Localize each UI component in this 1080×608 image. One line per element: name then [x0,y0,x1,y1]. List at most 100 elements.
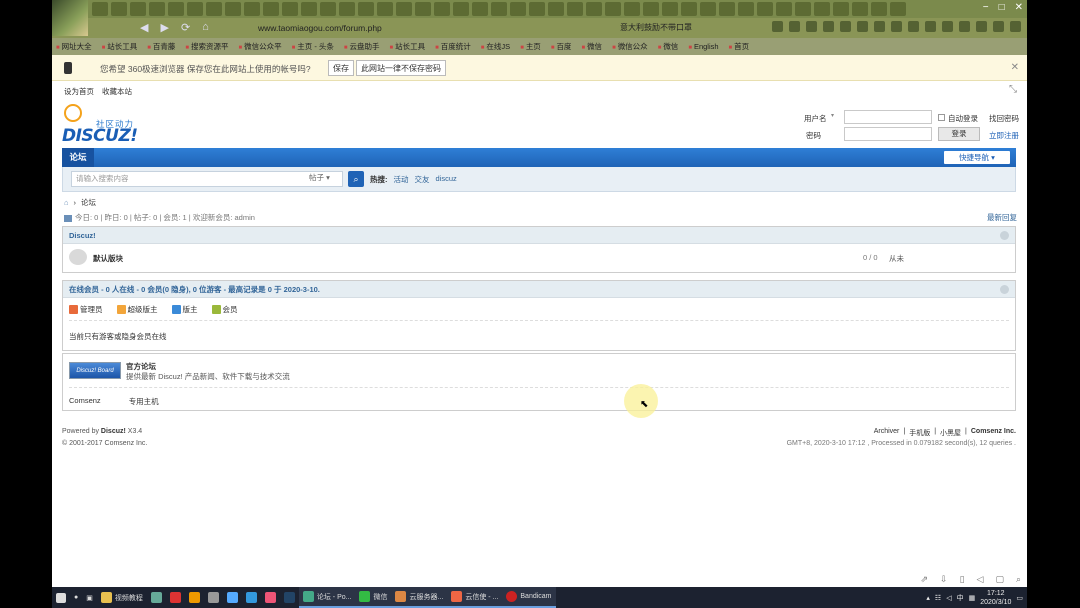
taskbar-pinned[interactable] [261,587,280,608]
tab[interactable] [548,2,564,16]
url-field[interactable]: www.taomiaogou.com/forum.php [242,21,572,35]
download-icon[interactable]: ⇩ [940,574,948,585]
forum-name[interactable]: 默认版块 [93,253,123,264]
minimize-icon[interactable]: − [983,2,989,13]
tab[interactable] [282,2,298,16]
network-icon[interactable]: ☷ [935,594,941,602]
bookmark[interactable]: 搜索资源平 [185,41,229,52]
tab[interactable] [605,2,621,16]
tab[interactable] [643,2,659,16]
volume-icon[interactable]: ◁ [946,594,951,602]
tab[interactable] [833,2,849,16]
back-icon[interactable]: ◀ [140,21,148,34]
bookmark[interactable]: 微信公众 [612,41,648,52]
mobile-link[interactable]: 手机版 [909,428,930,438]
bookmark[interactable]: 微信 [658,41,678,52]
bookmark[interactable]: 百度统计 [435,41,471,52]
extension-icon[interactable] [908,21,919,32]
window-icon[interactable]: ▢ [995,574,1004,585]
tab[interactable] [586,2,602,16]
taskbar-app[interactable]: 微信 [355,587,392,608]
bookmark[interactable]: 站长工具 [102,41,137,52]
auto-login-checkbox[interactable] [938,114,945,121]
bookmark[interactable]: 在线JS [481,41,510,52]
register-link[interactable]: 立即注册 [989,130,1019,141]
tab[interactable] [225,2,241,16]
extension-icon[interactable] [823,21,834,32]
tab[interactable] [206,2,222,16]
taskbar-pinned[interactable] [280,587,299,608]
rocket-icon[interactable]: ⇗ [920,574,928,585]
extension-icon[interactable] [976,21,987,32]
taskbar-pinned[interactable] [166,587,185,608]
tab[interactable] [871,2,887,16]
extension-icon[interactable] [1010,21,1021,32]
search-type-select[interactable]: 帖子 ▾ [309,172,330,183]
chevron-down-icon[interactable]: ▾ [831,112,834,119]
set-homepage-link[interactable]: 设为首页 [64,86,94,97]
tab[interactable] [358,2,374,16]
tab[interactable] [434,2,450,16]
tab[interactable] [244,2,260,16]
refresh-icon[interactable]: ⟳ [181,21,190,34]
extension-icon[interactable] [857,21,868,32]
tab[interactable] [567,2,583,16]
cortana-icon[interactable]: ● [70,587,82,608]
tab[interactable] [814,2,830,16]
find-password-link[interactable]: 找回密码 [989,113,1019,124]
password-input[interactable] [844,127,932,141]
maximize-icon[interactable]: □ [999,2,1005,13]
powered-link[interactable]: Discuz! [101,428,126,435]
taskbar-pinned[interactable] [185,587,204,608]
tab[interactable] [510,2,526,16]
extension-icon[interactable] [874,21,885,32]
tab[interactable] [776,2,792,16]
tab[interactable] [719,2,735,16]
extension-icon[interactable] [789,21,800,32]
bookmark[interactable]: 主页 - 头条 [292,41,334,52]
bookmark-site-link[interactable]: 收藏本站 [102,86,132,97]
keyboard-icon[interactable]: ▦ [969,594,976,602]
home-icon[interactable]: ⌂ [64,198,69,207]
tab[interactable] [757,2,773,16]
bookmark[interactable]: 微信 [581,41,602,52]
quick-nav-button[interactable]: 快捷导航 ▾ [944,151,1010,164]
tab[interactable] [681,2,697,16]
bookmark[interactable]: 百度 [551,41,571,52]
tab[interactable] [890,2,906,16]
nav-item-forum[interactable]: 论坛 [62,148,94,167]
tab[interactable] [624,2,640,16]
bookmark[interactable]: 网址大全 [56,41,92,52]
search-icon[interactable]: ⌕ [348,171,364,187]
tab[interactable] [339,2,355,16]
tab[interactable] [738,2,754,16]
bookmark[interactable]: 首页 [729,41,749,52]
extension-icon[interactable] [942,21,953,32]
user-avatar[interactable] [52,0,88,36]
taskbar-pinned[interactable] [204,587,223,608]
taskbar-app[interactable]: 论坛 - Po... [298,587,356,608]
tab[interactable] [263,2,279,16]
login-button[interactable]: 登录 [938,127,980,141]
tab[interactable] [415,2,431,16]
tab[interactable] [130,2,146,16]
discuz-banner[interactable]: Discuz! Board [69,362,121,379]
tab[interactable] [662,2,678,16]
extension-icon[interactable] [993,21,1004,32]
bookmark[interactable]: 百青藤 [147,41,176,52]
tab[interactable] [320,2,336,16]
bookmark[interactable]: 站长工具 [390,41,425,52]
tab[interactable] [301,2,317,16]
username-input[interactable] [844,110,932,124]
bookmark[interactable]: 云盘助手 [344,41,380,52]
close-icon[interactable]: ✕ [1011,62,1019,73]
search-input[interactable]: 请输入搜索内容 [71,171,343,187]
tab[interactable] [852,2,868,16]
hot-term[interactable]: 交友 [415,174,430,185]
extension-icon[interactable] [840,21,851,32]
hot-term[interactable]: discuz [436,174,457,185]
extension-icon[interactable] [772,21,783,32]
tray-icon[interactable]: ▴ [926,594,930,602]
taskbar-pinned[interactable] [147,587,166,608]
collapse-icon[interactable] [1000,285,1009,294]
